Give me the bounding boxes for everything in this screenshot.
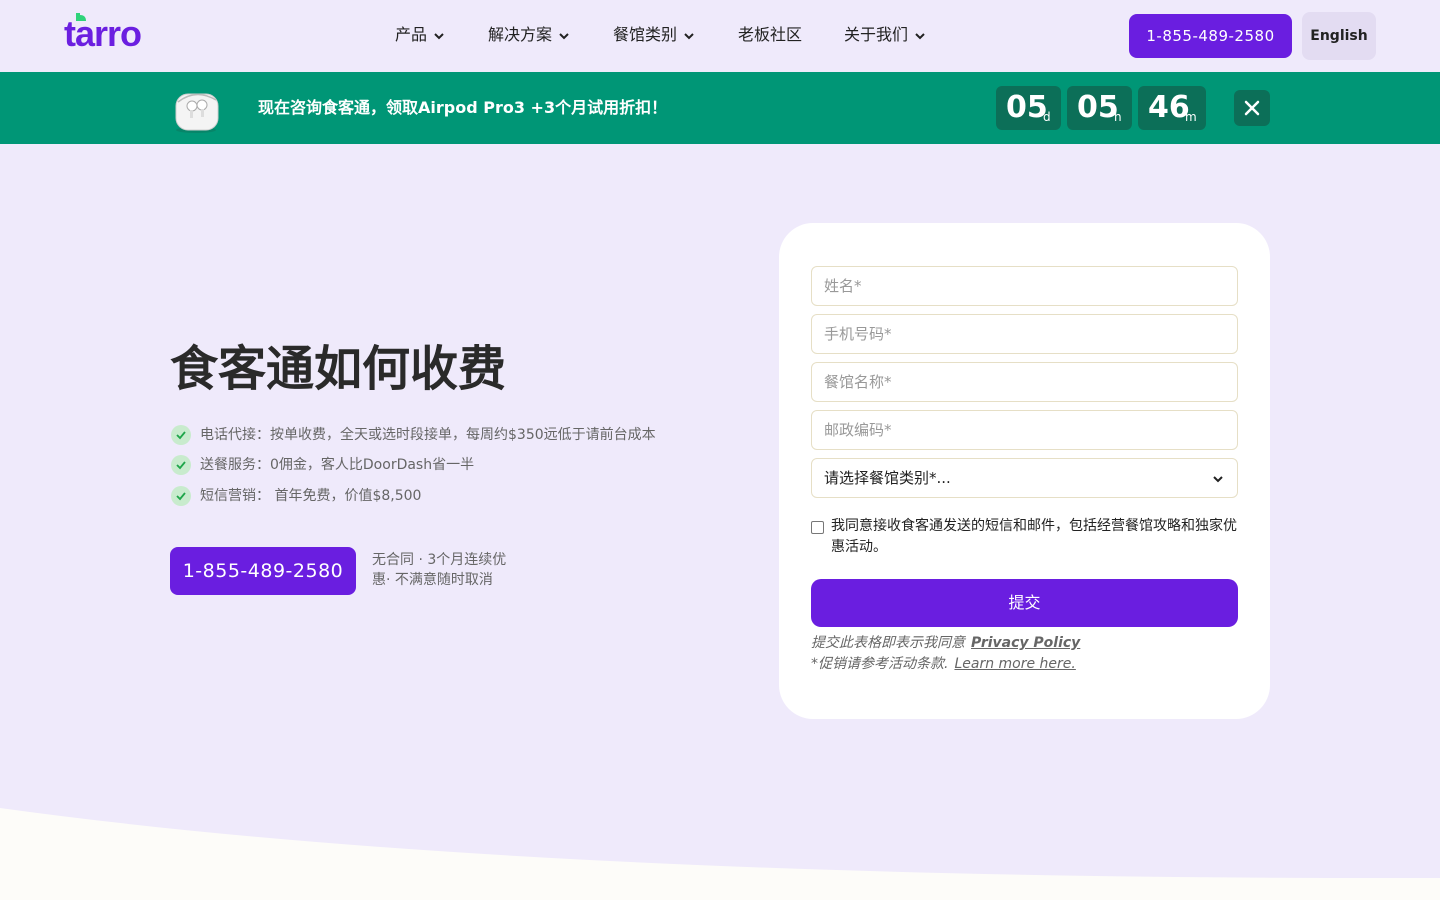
countdown-value: 46 <box>1148 90 1190 125</box>
nav-item-products[interactable]: 产品 <box>395 22 445 48</box>
chevron-down-icon <box>559 32 569 39</box>
section-wave-divider <box>0 808 1440 900</box>
countdown-unit: m <box>1185 110 1197 124</box>
chevron-down-icon <box>1213 476 1223 483</box>
countdown-days: 05 d <box>996 86 1061 130</box>
consent-label: 我同意接收食客通发送的短信和邮件，包括经营餐馆攻略和独家优惠活动。 <box>831 518 1237 555</box>
promo-text: 现在咨询食客通，领取Airpod Pro3 +3个月试用折扣！ <box>258 98 668 117</box>
nav-label: 关于我们 <box>844 25 909 44</box>
nav-label: 产品 <box>395 25 428 44</box>
nav-item-about-us[interactable]: 关于我们 <box>844 22 926 48</box>
airpods-icon <box>175 93 219 133</box>
nav-item-solutions[interactable]: 解决方案 <box>488 22 570 48</box>
header-phone-button[interactable]: 1-855-489-2580 <box>1129 14 1292 58</box>
countdown-value: 05 <box>1006 90 1048 125</box>
hero-phone-button[interactable]: 1-855-489-2580 <box>170 547 356 595</box>
privacy-notice: 提交此表格即表示我同意 Privacy Policy <box>811 633 1080 654</box>
learn-more-link[interactable]: Learn more here. <box>954 656 1075 672</box>
check-circle-icon <box>171 455 191 475</box>
nav-label: 餐馆类别 <box>613 25 678 44</box>
chevron-down-icon <box>915 32 925 39</box>
consent-checkbox[interactable] <box>811 521 824 534</box>
phone-input[interactable] <box>811 314 1238 354</box>
countdown-value: 05 <box>1077 90 1119 125</box>
feature-text: 电话代接：按单收费，全天或选时段接单，每周约$350远低于请前台成本 <box>200 427 656 443</box>
zip-code-input[interactable] <box>811 410 1238 450</box>
logo-text: tarro <box>64 13 142 54</box>
chevron-down-icon <box>684 32 694 39</box>
check-circle-icon <box>171 486 191 506</box>
close-icon <box>1244 100 1260 116</box>
restaurant-name-input[interactable] <box>811 362 1238 402</box>
language-button[interactable]: English <box>1302 12 1376 60</box>
privacy-prefix: 提交此表格即表示我同意 <box>811 635 965 651</box>
hero-note: 无合同 · 3个月连续优惠· 不满意随时取消 <box>372 552 507 588</box>
feature-text: 短信营销： 首年免费，价值$8,500 <box>200 488 422 504</box>
select-value: 请选择餐馆类别*... <box>824 469 951 487</box>
terms-prefix: *促销请参考活动条款. <box>811 656 949 672</box>
promo-banner: 现在咨询食客通，领取Airpod Pro3 +3个月试用折扣！ 05 d 05 … <box>0 72 1440 144</box>
chevron-down-icon <box>434 32 444 39</box>
nav-item-restaurant-types[interactable]: 餐馆类别 <box>613 22 695 48</box>
submit-button[interactable]: 提交 <box>811 579 1238 627</box>
terms-notice: *促销请参考活动条款. Learn more here. <box>811 654 1076 675</box>
restaurant-category-select[interactable]: 请选择餐馆类别*... <box>811 458 1238 498</box>
countdown-unit: d <box>1043 110 1051 124</box>
page-title: 食客通如何收费 <box>170 341 507 397</box>
site-header: tarro 产品 解决方案 餐馆类别 老板社区 关于我们 1-855-489-2… <box>0 0 1440 72</box>
nav-label: 解决方案 <box>488 25 553 44</box>
promo-close-button[interactable] <box>1234 90 1270 126</box>
privacy-policy-link[interactable]: Privacy Policy <box>971 635 1080 651</box>
countdown-unit: h <box>1114 110 1122 124</box>
nav-item-owner-community[interactable]: 老板社区 <box>738 22 802 48</box>
feature-text: 送餐服务：0佣金，客人比DoorDash省一半 <box>200 457 475 473</box>
signup-form-card: 请选择餐馆类别*... 我同意接收食客通发送的短信和邮件，包括经营餐馆攻略和独家… <box>779 223 1270 719</box>
tarro-logo[interactable]: tarro <box>64 12 156 54</box>
check-circle-icon <box>171 425 191 445</box>
countdown-minutes: 46 m <box>1138 86 1206 130</box>
nav-label: 老板社区 <box>738 25 803 44</box>
countdown-hours: 05 h <box>1067 86 1132 130</box>
name-input[interactable] <box>811 266 1238 306</box>
